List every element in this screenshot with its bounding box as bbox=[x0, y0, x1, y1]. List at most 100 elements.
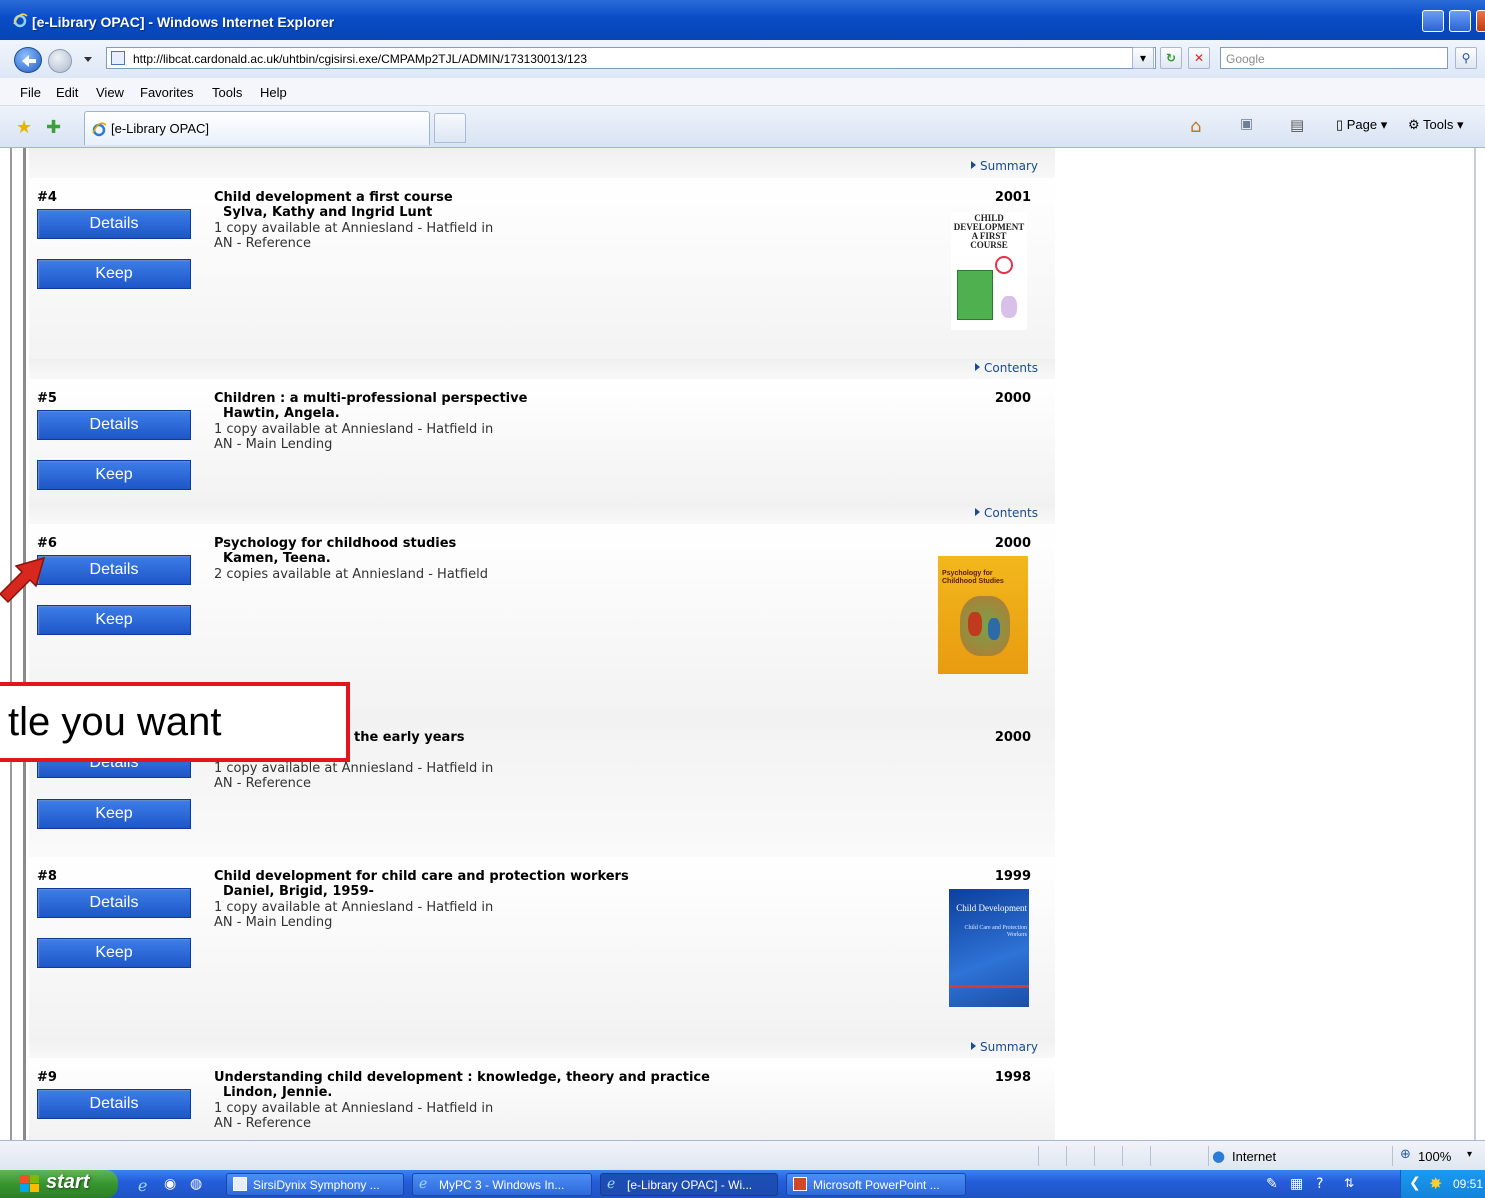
book-cover-image[interactable]: CHILD DEVELOPMENT A FIRST COURSE bbox=[951, 212, 1027, 330]
publication-year: 2000 bbox=[994, 391, 1031, 406]
ie-logo-icon bbox=[13, 13, 28, 28]
status-divider bbox=[1392, 1146, 1393, 1166]
details-button[interactable]: Details bbox=[37, 1089, 191, 1119]
tab-e-library-opac[interactable]: [e-Library OPAC] bbox=[84, 111, 430, 145]
history-dropdown-icon[interactable] bbox=[84, 57, 92, 62]
back-button[interactable] bbox=[14, 47, 42, 73]
result-number: #9 bbox=[37, 1070, 57, 1085]
tray-arrows-icon[interactable]: ⇅ bbox=[1344, 1176, 1360, 1192]
details-button[interactable]: Details bbox=[37, 410, 191, 440]
publication-year: 2000 bbox=[994, 730, 1031, 745]
book-cover-image[interactable]: Psychology for Childhood Studies bbox=[938, 556, 1028, 674]
feeds-icon[interactable]: ▣ bbox=[1240, 116, 1258, 134]
task-powerpoint[interactable]: Microsoft PowerPoint ... bbox=[786, 1173, 966, 1196]
start-button[interactable]: start bbox=[0, 1170, 118, 1198]
result-item-9: #9 Details Understanding child developme… bbox=[29, 1058, 1055, 1140]
result-author: Sylva, Kathy and Ingrid Lunt bbox=[223, 205, 433, 220]
contents-link[interactable]: Contents bbox=[975, 506, 1038, 520]
location: AN - Reference bbox=[214, 1116, 312, 1131]
zoom-level[interactable]: 100% bbox=[1418, 1149, 1451, 1164]
keep-button[interactable]: Keep bbox=[37, 605, 191, 635]
keep-button[interactable]: Keep bbox=[37, 799, 191, 829]
task-label: MyPC 3 - Windows In... bbox=[439, 1178, 565, 1192]
quicklaunch-desktop-icon[interactable]: ◍ bbox=[190, 1176, 206, 1192]
print-icon[interactable]: ▤ bbox=[1290, 116, 1308, 134]
zoom-dropdown-icon[interactable]: ▾ bbox=[1467, 1149, 1472, 1160]
search-input[interactable]: Google bbox=[1220, 47, 1448, 69]
ie-page-icon bbox=[92, 122, 107, 137]
system-tray: ❮ ✸ 09:51 bbox=[1400, 1170, 1485, 1198]
tools-menu[interactable]: ⚙ Tools ▾ bbox=[1408, 117, 1464, 133]
stop-button[interactable]: ✕ bbox=[1188, 47, 1210, 69]
task-e-library-opac[interactable]: ℯ [e-Library OPAC] - Wi... bbox=[600, 1173, 778, 1196]
summary-band: Summary bbox=[29, 1038, 1055, 1058]
address-field[interactable]: http://libcat.cardonald.ac.uk/uhtbin/cgi… bbox=[106, 47, 1156, 69]
add-favorite-icon[interactable]: ✚ bbox=[46, 117, 61, 138]
summary-link[interactable]: Summary bbox=[971, 159, 1038, 173]
menu-tools[interactable]: Tools bbox=[212, 85, 242, 100]
tray-network-icon[interactable]: ▦ bbox=[1290, 1176, 1306, 1192]
tray-help-icon[interactable]: ? bbox=[1316, 1176, 1332, 1192]
book-cover-image[interactable]: Child Development Child Care and Protect… bbox=[949, 889, 1029, 1007]
result-number: #5 bbox=[37, 391, 57, 406]
tray-pen-icon[interactable]: ✎ bbox=[1266, 1176, 1282, 1192]
menu-bar: File Edit View Favorites Tools Help bbox=[0, 78, 1485, 106]
location: AN - Reference bbox=[214, 236, 312, 251]
keep-button[interactable]: Keep bbox=[37, 460, 191, 490]
menu-favorites[interactable]: Favorites bbox=[140, 85, 193, 100]
ie-icon: ℯ bbox=[607, 1175, 616, 1191]
ie-icon: ℯ bbox=[419, 1175, 428, 1191]
restore-button[interactable] bbox=[1449, 10, 1471, 32]
availability: 1 copy available at Anniesland - Hatfiel… bbox=[214, 900, 494, 915]
callout-text: tle you want bbox=[8, 700, 222, 744]
left-rail bbox=[8, 148, 26, 1140]
menu-file[interactable]: File bbox=[20, 85, 41, 100]
task-sirsidynix[interactable]: SirsiDynix Symphony ... bbox=[226, 1173, 404, 1196]
location: AN - Reference bbox=[214, 776, 312, 791]
result-title[interactable]: Child development for child care and pro… bbox=[214, 869, 629, 884]
result-title[interactable]: Children : a multi-professional perspect… bbox=[214, 391, 527, 406]
quicklaunch-ie-icon[interactable]: ℯ bbox=[138, 1176, 154, 1195]
new-tab-button[interactable] bbox=[434, 113, 466, 143]
result-title[interactable]: the early years bbox=[354, 730, 464, 745]
quicklaunch-media-icon[interactable]: ◉ bbox=[164, 1176, 180, 1192]
menu-help[interactable]: Help bbox=[260, 85, 287, 100]
details-button[interactable]: Details bbox=[37, 888, 191, 918]
publication-year: 1999 bbox=[994, 869, 1031, 884]
result-number: #8 bbox=[37, 869, 57, 884]
publication-year: 2000 bbox=[994, 536, 1031, 551]
tray-security-icon[interactable]: ✸ bbox=[1429, 1174, 1442, 1193]
contents-band: Contents bbox=[29, 359, 1055, 379]
taskbar: start ℯ ◉ ◍ SirsiDynix Symphony ... ℯ My… bbox=[0, 1170, 1485, 1198]
task-mypc[interactable]: ℯ MyPC 3 - Windows In... bbox=[412, 1173, 592, 1196]
publication-year: 2001 bbox=[994, 190, 1031, 205]
contents-link[interactable]: Contents bbox=[975, 361, 1038, 375]
result-title[interactable]: Psychology for childhood studies bbox=[214, 536, 456, 551]
favorites-star-icon[interactable]: ★ bbox=[16, 117, 32, 138]
availability: 2 copies available at Anniesland - Hatfi… bbox=[214, 567, 488, 582]
result-author: Daniel, Brigid, 1959- bbox=[223, 884, 374, 899]
summary-band: Summary bbox=[29, 148, 1055, 178]
details-button[interactable]: Details bbox=[37, 555, 191, 585]
result-title[interactable]: Child development a first course bbox=[214, 190, 453, 205]
minimize-button[interactable] bbox=[1422, 10, 1444, 32]
home-icon[interactable]: ⌂ bbox=[1190, 116, 1208, 137]
menu-view[interactable]: View bbox=[96, 85, 124, 100]
search-button[interactable]: ⚲ bbox=[1455, 47, 1477, 69]
task-label: [e-Library OPAC] - Wi... bbox=[627, 1178, 753, 1192]
page-menu[interactable]: ▯ Page ▾ bbox=[1336, 117, 1387, 133]
forward-button[interactable] bbox=[48, 49, 72, 73]
keep-button[interactable]: Keep bbox=[37, 938, 191, 968]
details-button[interactable]: Details bbox=[37, 209, 191, 239]
refresh-button[interactable]: ↻ bbox=[1160, 47, 1182, 69]
result-title[interactable]: Understanding child development : knowle… bbox=[214, 1070, 710, 1085]
keep-button[interactable]: Keep bbox=[37, 259, 191, 289]
menu-edit[interactable]: Edit bbox=[56, 85, 78, 100]
vertical-scrollbar[interactable] bbox=[1474, 148, 1476, 1140]
summary-link[interactable]: Summary bbox=[971, 1040, 1038, 1054]
availability: 1 copy available at Anniesland - Hatfiel… bbox=[214, 761, 494, 776]
tab-label: [e-Library OPAC] bbox=[111, 121, 210, 136]
address-dropdown-button[interactable]: ▾ bbox=[1132, 47, 1154, 69]
close-button[interactable] bbox=[1476, 10, 1485, 32]
tray-expand-icon[interactable]: ❮ bbox=[1409, 1175, 1421, 1191]
